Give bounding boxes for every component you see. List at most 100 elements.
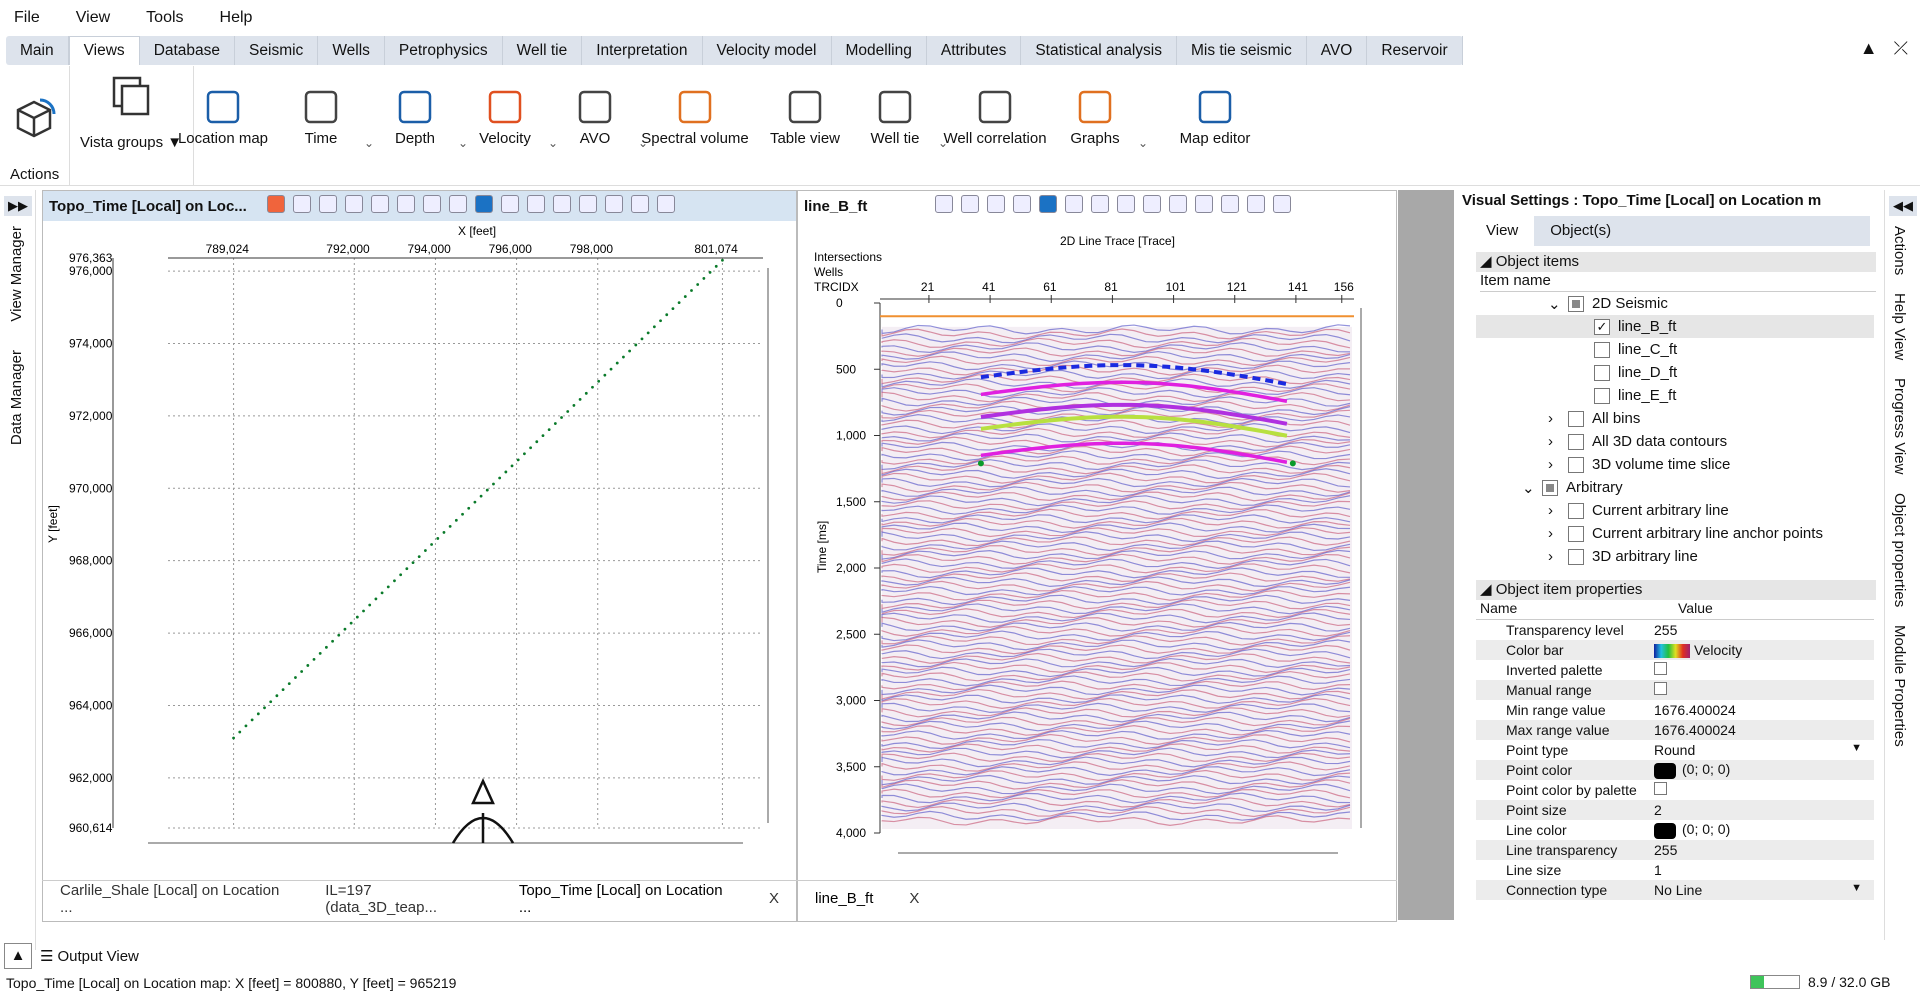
- view-tab[interactable]: Carlile_Shale [Local] on Location ...: [42, 882, 307, 916]
- tree-checkbox[interactable]: [1568, 433, 1584, 450]
- property-value[interactable]: 2: [1654, 802, 1874, 818]
- tree-expander-icon[interactable]: ›: [1548, 456, 1568, 473]
- chevron-down-icon[interactable]: ⌄: [1138, 136, 1148, 150]
- close-tab-icon[interactable]: X: [891, 890, 937, 907]
- map-tool-icon[interactable]: [396, 195, 415, 213]
- ribbon-tab[interactable]: Velocity model: [703, 36, 832, 65]
- tree-checkbox[interactable]: [1568, 295, 1584, 312]
- ribbon-item-well-correlation[interactable]: Well correlation: [940, 90, 1050, 147]
- ribbon-item-map-editor[interactable]: Map editor: [1160, 90, 1270, 147]
- vista-groups-button[interactable]: Vista groups ▼: [80, 134, 182, 151]
- crosshair-icon[interactable]: [1247, 195, 1266, 213]
- map-tool-icon[interactable]: [500, 195, 519, 213]
- tree-item[interactable]: line_E_ft: [1476, 384, 1874, 407]
- menu-file[interactable]: File: [14, 9, 40, 27]
- property-value[interactable]: [1654, 662, 1874, 678]
- tree-item[interactable]: › All bins: [1476, 407, 1874, 430]
- tree-checkbox[interactable]: [1568, 410, 1584, 427]
- property-value[interactable]: Velocity: [1654, 642, 1874, 659]
- layers-icon[interactable]: [578, 195, 597, 213]
- tree-expander-icon[interactable]: ›: [1548, 525, 1568, 542]
- tree-expander-icon[interactable]: ⌄: [1548, 295, 1568, 313]
- layers-icon[interactable]: [1143, 195, 1162, 213]
- property-value[interactable]: [1654, 782, 1874, 798]
- section-tool-icon[interactable]: [1195, 195, 1214, 213]
- view-tab[interactable]: line_B_ft: [797, 890, 891, 907]
- crosshair-icon[interactable]: [604, 195, 623, 213]
- property-value[interactable]: (0; 0; 0): [1654, 761, 1874, 779]
- view-tab[interactable]: IL=197 (data_3D_teap...: [307, 882, 501, 916]
- zoom-search-icon[interactable]: [1091, 195, 1110, 213]
- ribbon-tab[interactable]: Reservoir: [1367, 36, 1463, 65]
- ribbon-tab[interactable]: Attributes: [927, 36, 1022, 65]
- property-checkbox[interactable]: [1654, 782, 1667, 795]
- ribbon-tab[interactable]: Main: [6, 36, 69, 65]
- tree-item[interactable]: ⌄ Arbitrary: [1476, 476, 1874, 499]
- ribbon-tab[interactable]: Petrophysics: [385, 36, 503, 65]
- tree-item[interactable]: › 3D arbitrary line: [1476, 545, 1874, 568]
- tree-checkbox[interactable]: [1568, 502, 1584, 519]
- property-checkbox[interactable]: [1654, 682, 1667, 695]
- tree-expander-icon[interactable]: ›: [1548, 410, 1568, 427]
- property-value[interactable]: [1654, 682, 1874, 698]
- ribbon-item-location-map[interactable]: Location map: [168, 90, 278, 147]
- seismic-section-plot[interactable]: 2D Line Trace [Trace]IntersectionsWellsT…: [798, 223, 1398, 863]
- tree-checkbox[interactable]: ✓: [1594, 318, 1610, 335]
- settings-gear-icon[interactable]: [474, 195, 493, 213]
- tree-checkbox[interactable]: [1594, 364, 1610, 381]
- property-value[interactable]: 1: [1654, 862, 1874, 878]
- tree-expander-icon[interactable]: ›: [1548, 433, 1568, 450]
- dropdown-arrow-icon[interactable]: ▼: [1851, 882, 1862, 894]
- section-tool-icon[interactable]: [961, 195, 980, 213]
- map-tool-icon[interactable]: [656, 195, 675, 213]
- output-view-button[interactable]: Output View: [57, 948, 138, 965]
- map-tool-icon[interactable]: [266, 195, 285, 213]
- menu-help[interactable]: Help: [220, 9, 253, 27]
- ribbon-tab[interactable]: Views: [68, 36, 140, 65]
- tree-item[interactable]: ✓ line_B_ft: [1476, 315, 1874, 338]
- vista-groups-icon[interactable]: [110, 74, 154, 118]
- property-value[interactable]: 1676.400024: [1654, 702, 1874, 718]
- ribbon-tab[interactable]: Modelling: [832, 36, 927, 65]
- map-tool-icon[interactable]: [344, 195, 363, 213]
- menu-view[interactable]: View: [76, 9, 110, 27]
- tree-checkbox[interactable]: [1568, 456, 1584, 473]
- tree-checkbox[interactable]: [1542, 479, 1558, 496]
- view-manager-tab[interactable]: View Manager: [8, 226, 25, 322]
- ribbon-tab[interactable]: Interpretation: [582, 36, 703, 65]
- right-sidebar-tab[interactable]: Progress View: [1891, 378, 1908, 474]
- section-tool-icon[interactable]: [987, 195, 1006, 213]
- map-tool-icon[interactable]: [318, 195, 337, 213]
- section-tool-icon[interactable]: [1169, 195, 1188, 213]
- section-tool-icon[interactable]: [1221, 195, 1240, 213]
- tree-expander-icon[interactable]: ⌄: [1522, 479, 1542, 497]
- collapse-right-icon[interactable]: ◀◀: [1889, 196, 1917, 216]
- tree-item[interactable]: › 3D volume time slice: [1476, 453, 1874, 476]
- settings-gear-icon[interactable]: [1039, 195, 1058, 213]
- ribbon-tab[interactable]: Well tie: [503, 36, 583, 65]
- tree-checkbox[interactable]: [1568, 548, 1584, 565]
- section-tool-icon[interactable]: [1273, 195, 1292, 213]
- property-value[interactable]: Round ▼: [1654, 742, 1874, 758]
- property-value[interactable]: No Line ▼: [1654, 882, 1874, 898]
- pan-hand-icon[interactable]: [448, 195, 467, 213]
- zoom-search-icon[interactable]: [526, 195, 545, 213]
- ribbon-tab[interactable]: Mis tie seismic: [1177, 36, 1307, 65]
- pan-hand-icon[interactable]: [1013, 195, 1032, 213]
- tree-item[interactable]: › Current arbitrary line anchor points: [1476, 522, 1874, 545]
- tab-view[interactable]: View: [1470, 216, 1535, 246]
- tree-item[interactable]: line_D_ft: [1476, 361, 1874, 384]
- actions-cube-icon[interactable]: [10, 94, 58, 142]
- tree-item[interactable]: › All 3D data contours: [1476, 430, 1874, 453]
- property-value[interactable]: 255: [1654, 622, 1874, 638]
- tree-checkbox[interactable]: [1594, 341, 1610, 358]
- map-tool-icon[interactable]: [422, 195, 441, 213]
- tree-item[interactable]: line_C_ft: [1476, 338, 1874, 361]
- section-tool-icon[interactable]: [1065, 195, 1084, 213]
- right-sidebar-tab[interactable]: Actions: [1891, 226, 1908, 275]
- tree-checkbox[interactable]: [1594, 387, 1610, 404]
- collapse-ribbon-icon[interactable]: ▲: [1860, 38, 1878, 59]
- expand-left-icon[interactable]: ▶▶: [4, 196, 32, 216]
- ribbon-item-well-tie[interactable]: Well tie: [840, 90, 950, 147]
- property-value[interactable]: 1676.400024: [1654, 722, 1874, 738]
